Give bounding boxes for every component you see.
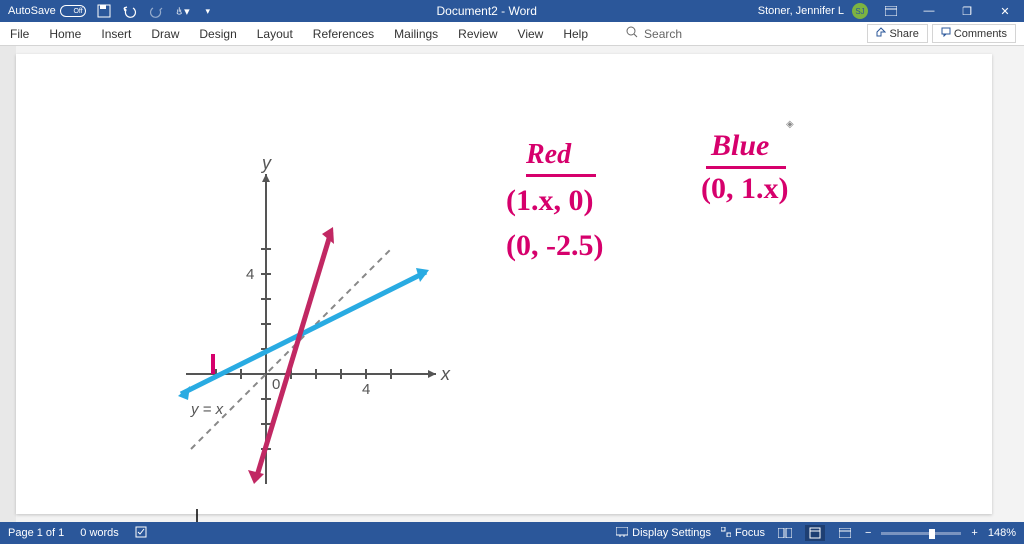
user-name[interactable]: Stoner, Jennifer L xyxy=(758,5,844,17)
handwriting-red-point1: (1.x, 0) xyxy=(506,184,593,218)
display-settings-icon xyxy=(616,527,628,540)
zoom-out-button[interactable]: − xyxy=(865,527,871,539)
tab-references[interactable]: References xyxy=(303,22,384,45)
page-info[interactable]: Page 1 of 1 xyxy=(8,527,64,539)
reference-line-label: y = x xyxy=(190,401,224,418)
display-settings-button[interactable]: Display Settings xyxy=(616,527,711,540)
autosave-state: Off xyxy=(73,8,82,15)
search-placeholder: Search xyxy=(644,27,682,41)
comments-button[interactable]: Comments xyxy=(932,24,1016,43)
search-box[interactable]: Search xyxy=(618,26,690,41)
comments-label: Comments xyxy=(954,28,1007,40)
close-button[interactable]: ✕ xyxy=(990,0,1020,22)
graph-image: y x 0 4 4 y = x xyxy=(166,154,456,494)
document-page[interactable]: ◈ xyxy=(16,54,992,514)
title-bar: AutoSave Off ▾ ▾ Document2 - Word Stoner… xyxy=(0,0,1024,22)
tab-view[interactable]: View xyxy=(508,22,554,45)
save-icon[interactable] xyxy=(96,3,112,19)
x-tick-4: 4 xyxy=(362,381,370,398)
print-layout-icon[interactable] xyxy=(805,525,825,541)
comments-icon xyxy=(941,27,951,40)
spell-check-icon[interactable] xyxy=(135,525,149,542)
ruler xyxy=(0,46,16,522)
share-button[interactable]: Share xyxy=(867,24,927,43)
tab-help[interactable]: Help xyxy=(553,22,598,45)
web-layout-icon[interactable] xyxy=(835,525,855,541)
share-icon xyxy=(876,27,886,40)
status-bar: Page 1 of 1 0 words Display Settings Foc… xyxy=(0,522,1024,544)
customize-qat-icon[interactable]: ▾ xyxy=(200,3,216,19)
tab-home[interactable]: Home xyxy=(39,22,91,45)
zoom-level[interactable]: 148% xyxy=(988,527,1016,539)
tab-review[interactable]: Review xyxy=(448,22,507,45)
tab-insert[interactable]: Insert xyxy=(91,22,141,45)
handwriting-blue-point1: (0, 1.x) xyxy=(701,172,788,206)
document-title: Document2 - Word xyxy=(216,4,758,18)
y-axis-label: y xyxy=(260,154,272,173)
word-count[interactable]: 0 words xyxy=(80,527,119,539)
ribbon-display-icon[interactable] xyxy=(876,0,906,22)
focus-label: Focus xyxy=(735,527,765,539)
undo-icon[interactable] xyxy=(122,3,138,19)
display-settings-label: Display Settings xyxy=(632,527,711,539)
redo-icon[interactable] xyxy=(148,3,164,19)
x-axis-label: x xyxy=(440,364,451,384)
tab-file[interactable]: File xyxy=(0,22,39,45)
handwriting-red-title: Red xyxy=(526,139,571,171)
tab-draw[interactable]: Draw xyxy=(141,22,189,45)
anchor-icon: ◈ xyxy=(786,119,794,130)
y-tick-4: 4 xyxy=(246,266,254,283)
autosave-toggle[interactable]: AutoSave Off xyxy=(8,5,86,17)
origin-label: 0 xyxy=(272,376,280,393)
handwriting-red-point2: (0, -2.5) xyxy=(506,229,603,263)
tab-mailings[interactable]: Mailings xyxy=(384,22,448,45)
document-area: ◈ xyxy=(0,46,1024,522)
tab-layout[interactable]: Layout xyxy=(247,22,303,45)
ribbon-tabs: File Home Insert Draw Design Layout Refe… xyxy=(0,22,1024,46)
focus-icon xyxy=(721,527,731,540)
red-underline xyxy=(526,174,596,177)
blue-underline xyxy=(706,166,786,169)
tab-design[interactable]: Design xyxy=(189,22,246,45)
read-mode-icon[interactable] xyxy=(775,525,795,541)
user-avatar[interactable]: SJ xyxy=(852,3,868,19)
maximize-button[interactable]: ❐ xyxy=(952,0,982,22)
touch-mode-icon[interactable]: ▾ xyxy=(174,3,190,19)
autosave-label: AutoSave xyxy=(8,5,56,17)
focus-button[interactable]: Focus xyxy=(721,527,765,540)
zoom-in-button[interactable]: + xyxy=(971,527,977,539)
share-label: Share xyxy=(889,28,918,40)
handwriting-blue-title: Blue xyxy=(711,129,769,163)
zoom-slider[interactable] xyxy=(881,532,961,535)
search-icon xyxy=(626,26,638,41)
pink-tick-mark xyxy=(211,354,215,374)
minimize-button[interactable]: — xyxy=(914,0,944,22)
